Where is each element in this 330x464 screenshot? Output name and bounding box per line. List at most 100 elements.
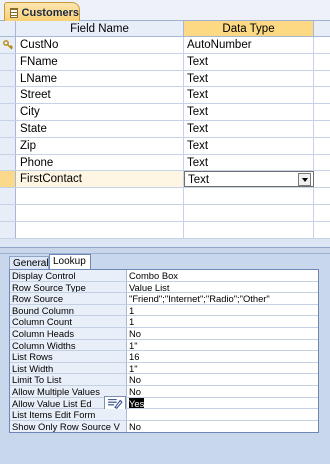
- property-value-text: Yes: [129, 397, 145, 409]
- property-row[interactable]: Column Widths 1": [10, 339, 318, 352]
- tab-general[interactable]: General: [9, 256, 49, 270]
- property-row[interactable]: List Rows 16: [10, 351, 318, 363]
- field-name-cell[interactable]: FirstContact: [16, 171, 184, 188]
- row-selector[interactable]: [0, 53, 16, 70]
- empty-cell[interactable]: [0, 221, 16, 238]
- empty-cell[interactable]: [184, 204, 314, 221]
- empty-cell[interactable]: [184, 188, 314, 204]
- empty-cell[interactable]: [314, 221, 330, 238]
- property-value[interactable]: 1": [127, 340, 318, 351]
- empty-row[interactable]: [0, 221, 330, 239]
- description-cell[interactable]: [314, 120, 330, 137]
- field-name-cell[interactable]: State: [16, 120, 184, 137]
- property-value[interactable]: No: [127, 328, 318, 339]
- table-row[interactable]: LName Text: [0, 70, 330, 88]
- field-name-cell[interactable]: Street: [16, 87, 184, 104]
- data-type-cell[interactable]: Text: [184, 137, 314, 154]
- description-cell[interactable]: [314, 171, 330, 188]
- property-row[interactable]: Allow Value List Ed Yes: [10, 395, 318, 411]
- field-name-cell[interactable]: City: [16, 104, 184, 120]
- property-row[interactable]: Column Count 1: [10, 316, 318, 328]
- description-cell[interactable]: [314, 37, 330, 53]
- property-row[interactable]: Limit To List No: [10, 374, 318, 386]
- property-row[interactable]: Allow Multiple Values No: [10, 385, 318, 398]
- property-row[interactable]: Row Source Type Value List: [10, 281, 318, 294]
- empty-cell[interactable]: [314, 204, 330, 221]
- row-selector[interactable]: [0, 37, 16, 53]
- property-value-text: No: [129, 385, 141, 397]
- description-cell[interactable]: [314, 104, 330, 120]
- property-value[interactable]: 1: [127, 316, 318, 327]
- empty-cell[interactable]: [16, 204, 184, 221]
- empty-row[interactable]: [0, 188, 330, 205]
- table-row[interactable]: FirstContact Text: [0, 171, 330, 189]
- description-cell[interactable]: [314, 154, 330, 171]
- tab-lookup[interactable]: Lookup: [49, 254, 91, 270]
- property-row[interactable]: List Width 1": [10, 362, 318, 375]
- data-type-cell[interactable]: Text: [184, 53, 314, 70]
- data-type-cell[interactable]: AutoNumber: [184, 37, 314, 53]
- row-selector[interactable]: [0, 171, 16, 188]
- description-cell[interactable]: [314, 53, 330, 70]
- property-value[interactable]: No: [127, 421, 318, 433]
- property-row[interactable]: Bound Column 1: [10, 304, 318, 317]
- empty-cell[interactable]: [314, 188, 330, 204]
- data-type-value: AutoNumber: [187, 39, 252, 51]
- data-type-cell[interactable]: Text: [184, 104, 314, 120]
- property-row[interactable]: Display Control Combo Box: [10, 270, 318, 282]
- tab-label: Customers: [21, 6, 79, 19]
- description-cell[interactable]: [314, 70, 330, 87]
- table-row[interactable]: FName Text: [0, 53, 330, 71]
- property-value[interactable]: Combo Box: [127, 270, 318, 281]
- empty-cell[interactable]: [0, 188, 16, 204]
- data-type-cell[interactable]: Text: [184, 120, 314, 137]
- data-type-dropdown-button[interactable]: [298, 173, 311, 187]
- table-row[interactable]: Street Text: [0, 87, 330, 105]
- property-value[interactable]: 1": [127, 363, 318, 374]
- field-name-cell[interactable]: Zip: [16, 137, 184, 154]
- property-value[interactable]: 16: [127, 351, 318, 362]
- empty-cell[interactable]: [16, 221, 184, 238]
- description-cell[interactable]: [314, 137, 330, 154]
- property-row[interactable]: Column Heads No: [10, 327, 318, 340]
- row-selector[interactable]: [0, 104, 16, 120]
- property-value[interactable]: No: [127, 386, 318, 397]
- row-selector[interactable]: [0, 87, 16, 104]
- property-value[interactable]: "Friend";"Internet";"Radio";"Other": [127, 293, 318, 304]
- row-selector[interactable]: [0, 120, 16, 137]
- customers-table-tab[interactable]: Customers: [4, 2, 80, 22]
- property-value[interactable]: [127, 409, 318, 420]
- data-type-cell[interactable]: Text: [184, 154, 314, 171]
- property-label: Column Count: [10, 316, 127, 327]
- field-name-cell[interactable]: CustNo: [16, 37, 184, 53]
- property-value[interactable]: No: [127, 374, 318, 385]
- description-cell[interactable]: [314, 87, 330, 104]
- data-type-cell[interactable]: Text: [184, 70, 314, 87]
- property-value[interactable]: Value List: [127, 282, 318, 293]
- property-value[interactable]: 1: [127, 305, 318, 316]
- data-type-cell[interactable]: Text: [184, 87, 314, 104]
- field-name-cell[interactable]: FName: [16, 53, 184, 70]
- property-label: Column Heads: [10, 327, 127, 339]
- property-row[interactable]: Show Only Row Source V No: [10, 420, 318, 433]
- table-row[interactable]: State Text: [0, 120, 330, 138]
- field-name-cell[interactable]: LName: [16, 70, 184, 87]
- row-selector[interactable]: [0, 154, 16, 171]
- row-selector[interactable]: [0, 70, 16, 87]
- field-name-cell[interactable]: Phone: [16, 154, 184, 171]
- property-row[interactable]: Row Source "Friend";"Internet";"Radio";"O…: [10, 293, 318, 305]
- table-row[interactable]: City Text: [0, 104, 330, 121]
- table-row[interactable]: Phone Text: [0, 154, 330, 172]
- property-value-text: No: [129, 420, 141, 432]
- empty-cell[interactable]: [0, 204, 16, 221]
- data-type-value: Text: [187, 122, 209, 135]
- empty-cell[interactable]: [184, 221, 314, 238]
- empty-row[interactable]: [0, 204, 330, 222]
- property-value[interactable]: Yes: [127, 397, 318, 409]
- table-row[interactable]: CustNo AutoNumber: [0, 37, 330, 54]
- empty-cell[interactable]: [16, 188, 184, 204]
- table-row[interactable]: Zip Text: [0, 137, 330, 155]
- property-row[interactable]: List Items Edit Form: [10, 409, 318, 421]
- row-selector[interactable]: [0, 137, 16, 154]
- data-type-cell[interactable]: Text: [184, 171, 314, 188]
